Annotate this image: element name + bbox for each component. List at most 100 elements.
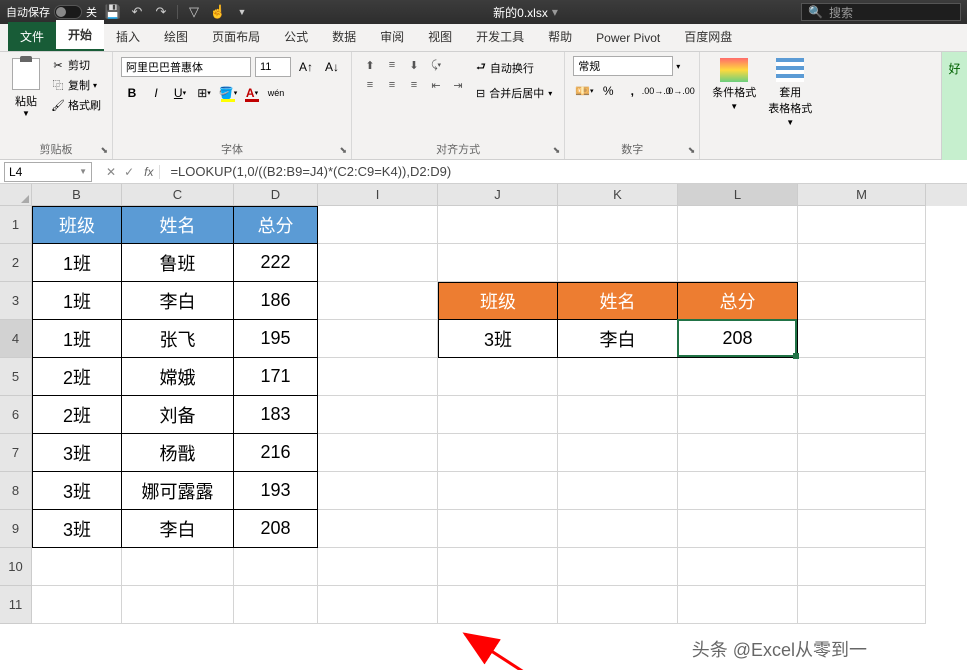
- phonetic-button[interactable]: wén: [265, 82, 287, 104]
- underline-button[interactable]: U▾: [169, 82, 191, 104]
- cell-L7[interactable]: [678, 434, 798, 472]
- cell-M5[interactable]: [798, 358, 926, 396]
- cell-L6[interactable]: [678, 396, 798, 434]
- column-header-M[interactable]: M: [798, 184, 926, 206]
- cell-J10[interactable]: [438, 548, 558, 586]
- row-header-5[interactable]: 5: [0, 358, 32, 396]
- cell-D9[interactable]: 208: [234, 510, 318, 548]
- tab-baidu[interactable]: 百度网盘: [672, 22, 744, 51]
- font-launcher-icon[interactable]: ⬊: [339, 145, 347, 156]
- alignment-launcher-icon[interactable]: ⬊: [553, 145, 561, 156]
- cell-J11[interactable]: [438, 586, 558, 624]
- copy-button[interactable]: ⿻复制▾: [48, 76, 104, 94]
- cell-I9[interactable]: [318, 510, 438, 548]
- formula-input[interactable]: =LOOKUP(1,0/((B2:B9=J4)*(C2:C9=K4)),D2:D…: [166, 164, 967, 179]
- indent-dec-icon[interactable]: ⇤: [426, 76, 446, 94]
- cell-C1[interactable]: 姓名: [122, 206, 234, 244]
- autosave-toggle[interactable]: 自动保存 关: [6, 4, 97, 20]
- font-size-select[interactable]: [255, 57, 291, 77]
- row-header-6[interactable]: 6: [0, 396, 32, 434]
- font-name-select[interactable]: [121, 57, 251, 77]
- cell-K3[interactable]: 姓名: [558, 282, 678, 320]
- align-center-icon[interactable]: ≡: [382, 76, 402, 94]
- cell-I11[interactable]: [318, 586, 438, 624]
- table-format-button[interactable]: 套用 表格格式▼: [764, 56, 816, 129]
- number-launcher-icon[interactable]: ⬊: [688, 145, 696, 156]
- cell-J6[interactable]: [438, 396, 558, 434]
- row-header-2[interactable]: 2: [0, 244, 32, 282]
- filter-icon[interactable]: ▽: [186, 4, 202, 20]
- tab-home[interactable]: 开始: [56, 20, 104, 51]
- cell-C8[interactable]: 娜可露露: [122, 472, 234, 510]
- currency-icon[interactable]: 💴▾: [573, 80, 595, 102]
- qat-more-icon[interactable]: ▼: [234, 4, 250, 20]
- cell-L10[interactable]: [678, 548, 798, 586]
- cell-D4[interactable]: 195: [234, 320, 318, 358]
- cell-I4[interactable]: [318, 320, 438, 358]
- column-header-B[interactable]: B: [32, 184, 122, 206]
- cell-style-good[interactable]: 好: [941, 52, 967, 160]
- column-header-I[interactable]: I: [318, 184, 438, 206]
- cell-J5[interactable]: [438, 358, 558, 396]
- cell-C3[interactable]: 李白: [122, 282, 234, 320]
- comma-icon[interactable]: ,: [621, 80, 643, 102]
- enter-formula-icon[interactable]: ✓: [124, 165, 134, 179]
- align-middle-icon[interactable]: ≡: [382, 56, 402, 74]
- name-box[interactable]: L4▼: [4, 162, 92, 182]
- conditional-format-button[interactable]: 条件格式▼: [708, 56, 760, 113]
- cell-D2[interactable]: 222: [234, 244, 318, 282]
- cell-I7[interactable]: [318, 434, 438, 472]
- search-input[interactable]: 🔍 搜索: [801, 3, 961, 21]
- tab-draw[interactable]: 绘图: [152, 22, 200, 51]
- cell-I2[interactable]: [318, 244, 438, 282]
- row-header-3[interactable]: 3: [0, 282, 32, 320]
- cell-I6[interactable]: [318, 396, 438, 434]
- border-button[interactable]: ⊞▾: [193, 82, 215, 104]
- row-header-7[interactable]: 7: [0, 434, 32, 472]
- cell-M9[interactable]: [798, 510, 926, 548]
- cell-I8[interactable]: [318, 472, 438, 510]
- bold-button[interactable]: B: [121, 82, 143, 104]
- align-top-icon[interactable]: ⬆: [360, 56, 380, 74]
- fill-color-button[interactable]: 🪣▾: [217, 82, 239, 104]
- save-icon[interactable]: 💾: [105, 4, 121, 20]
- tab-layout[interactable]: 页面布局: [200, 22, 272, 51]
- tab-review[interactable]: 审阅: [368, 22, 416, 51]
- column-header-L[interactable]: L: [678, 184, 798, 206]
- increase-font-icon[interactable]: A↑: [295, 56, 317, 78]
- cell-L9[interactable]: [678, 510, 798, 548]
- cell-D11[interactable]: [234, 586, 318, 624]
- cell-K4[interactable]: 李白: [558, 320, 678, 358]
- cell-L2[interactable]: [678, 244, 798, 282]
- tab-insert[interactable]: 插入: [104, 22, 152, 51]
- cell-B9[interactable]: 3班: [32, 510, 122, 548]
- cell-D5[interactable]: 171: [234, 358, 318, 396]
- cell-K10[interactable]: [558, 548, 678, 586]
- cell-L1[interactable]: [678, 206, 798, 244]
- cell-C4[interactable]: 张飞: [122, 320, 234, 358]
- tab-data[interactable]: 数据: [320, 22, 368, 51]
- cell-L4[interactable]: 208: [678, 320, 798, 358]
- cell-M8[interactable]: [798, 472, 926, 510]
- paste-button[interactable]: 粘贴 ▼: [8, 56, 44, 120]
- cell-C10[interactable]: [122, 548, 234, 586]
- cell-J7[interactable]: [438, 434, 558, 472]
- percent-icon[interactable]: %: [597, 80, 619, 102]
- cell-L8[interactable]: [678, 472, 798, 510]
- column-header-D[interactable]: D: [234, 184, 318, 206]
- row-header-11[interactable]: 11: [0, 586, 32, 624]
- tab-formulas[interactable]: 公式: [272, 22, 320, 51]
- cell-C5[interactable]: 嫦娥: [122, 358, 234, 396]
- cell-D6[interactable]: 183: [234, 396, 318, 434]
- cancel-formula-icon[interactable]: ✕: [106, 165, 116, 179]
- cell-K7[interactable]: [558, 434, 678, 472]
- cell-C9[interactable]: 李白: [122, 510, 234, 548]
- row-header-9[interactable]: 9: [0, 510, 32, 548]
- cell-M2[interactable]: [798, 244, 926, 282]
- tab-developer[interactable]: 开发工具: [464, 22, 536, 51]
- cell-I10[interactable]: [318, 548, 438, 586]
- cell-M6[interactable]: [798, 396, 926, 434]
- cell-K9[interactable]: [558, 510, 678, 548]
- cell-J2[interactable]: [438, 244, 558, 282]
- cell-K8[interactable]: [558, 472, 678, 510]
